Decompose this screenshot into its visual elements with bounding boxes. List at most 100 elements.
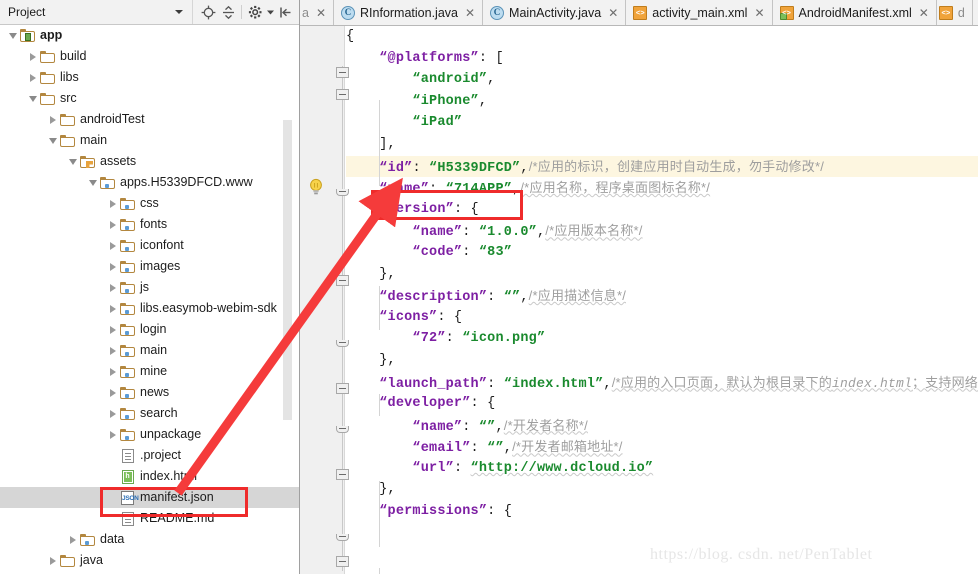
chevron-down-icon[interactable] [26, 88, 39, 109]
chevron-right-icon[interactable] [106, 298, 119, 319]
code-line[interactable]: }, [346, 264, 978, 286]
code-line[interactable]: “email”: “”,/*开发者邮箱地址*/ [346, 436, 978, 458]
code-line[interactable]: }, [346, 479, 978, 501]
project-tree-scrollbar[interactable] [283, 25, 292, 574]
tree-item-src[interactable]: src [0, 88, 299, 109]
close-icon[interactable]: ✕ [465, 7, 475, 19]
tree-item-apps-h5339dfcd-www[interactable]: apps.H5339DFCD.www [0, 172, 299, 193]
tree-item-index-html[interactable]: h index.html [0, 466, 299, 487]
code-line[interactable]: “description”: “”,/*应用描述信息*/ [346, 285, 978, 307]
json-punctuation: , [603, 376, 612, 392]
chevron-down-icon[interactable] [66, 151, 79, 172]
chevron-right-icon[interactable] [106, 277, 119, 298]
chevron-right-icon[interactable] [106, 193, 119, 214]
code-text-area[interactable]: { “@platforms”: [ “android”, “iPhone”, “… [346, 26, 978, 574]
close-icon[interactable]: ✕ [919, 7, 929, 19]
locate-icon[interactable] [198, 2, 218, 22]
code-editor[interactable]: { “@platforms”: [ “android”, “iPhone”, “… [300, 26, 978, 574]
gear-icon[interactable] [245, 2, 265, 22]
tree-item-search[interactable]: search [0, 403, 299, 424]
code-line[interactable]: “version”: { [346, 199, 978, 221]
close-icon[interactable]: ✕ [608, 7, 618, 19]
code-line[interactable]: “icons”: { [346, 307, 978, 329]
editor-gutter[interactable] [300, 26, 349, 574]
java-class-icon: C [341, 5, 356, 20]
chevron-right-icon[interactable] [106, 424, 119, 445]
chevron-right-icon[interactable] [26, 46, 39, 67]
code-line[interactable]: “name”: “714APP”,/*应用名称，程序桌面图标名称*/ [346, 177, 978, 199]
code-line[interactable]: “72”: “icon.png” [346, 328, 978, 350]
tree-item-label: images [140, 259, 181, 273]
code-line[interactable]: “iPhone”, [346, 91, 978, 113]
project-file-tree[interactable]: app build libs src androidTest main assets apps… [0, 25, 299, 574]
chevron-right-icon[interactable] [46, 109, 59, 130]
close-icon[interactable]: ✕ [316, 7, 326, 19]
tree-item-unpackage[interactable]: unpackage [0, 424, 299, 445]
chevron-down-icon[interactable] [86, 172, 99, 193]
tree-item-js[interactable]: js [0, 277, 299, 298]
code-line[interactable]: “@platforms”: [ [346, 48, 978, 70]
tree-item-news[interactable]: news [0, 382, 299, 403]
code-line[interactable]: “android”, [346, 69, 978, 91]
tree-item-css[interactable]: css [0, 193, 299, 214]
editor-tab-d[interactable]: d [937, 0, 973, 25]
chevron-down-icon[interactable] [6, 25, 19, 46]
tree-item--project[interactable]: .project [0, 445, 299, 466]
tree-item-data[interactable]: data [0, 529, 299, 550]
tree-item-app[interactable]: app [0, 25, 299, 46]
editor-tab-rinformation-java[interactable]: C RInformation.java ✕ [334, 0, 484, 25]
tree-item-login[interactable]: login [0, 319, 299, 340]
code-line[interactable]: “name”: “1.0.0”,/*应用版本名称*/ [346, 220, 978, 242]
tree-item-assets[interactable]: assets [0, 151, 299, 172]
tree-item-main[interactable]: main [0, 130, 299, 151]
chevron-right-icon[interactable] [26, 67, 39, 88]
chevron-right-icon[interactable] [106, 256, 119, 277]
tree-item-build[interactable]: build [0, 46, 299, 67]
chevron-right-icon[interactable] [106, 403, 119, 424]
tree-item-manifest-json[interactable]: JSON manifest.json [0, 487, 299, 508]
chevron-right-icon[interactable] [46, 550, 59, 571]
code-line[interactable]: “iPad” [346, 112, 978, 134]
code-line[interactable]: “launch_path”: “index.html”,/*应用的入口页面，默认… [346, 372, 978, 394]
tree-item-readme-md[interactable]: README.md [0, 508, 299, 529]
editor-tab-bar[interactable]: a ✕ C RInformation.java ✕ C MainActivity.java ✕… [300, 0, 978, 26]
tree-item-libs-easymob-webim-sdk[interactable]: libs.easymob-webim-sdk [0, 298, 299, 319]
collapse-all-icon[interactable] [218, 2, 238, 22]
editor-tab-androidmanifest-xml[interactable]: AndroidManifest.xml ✕ [773, 0, 937, 25]
tree-item-mine[interactable]: mine [0, 361, 299, 382]
chevron-right-icon[interactable] [66, 529, 79, 550]
json-key: “url” [412, 460, 454, 476]
tree-item-libs[interactable]: libs [0, 67, 299, 88]
tree-item-androidtest[interactable]: androidTest [0, 109, 299, 130]
code-line[interactable]: “permissions”: { [346, 501, 978, 523]
tree-item-images[interactable]: images [0, 256, 299, 277]
code-line[interactable]: “developer”: { [346, 393, 978, 415]
code-line[interactable]: }, [346, 350, 978, 372]
chevron-right-icon[interactable] [106, 382, 119, 403]
chevron-right-icon[interactable] [106, 361, 119, 382]
code-line[interactable]: “url”: “http://www.dcloud.io” [346, 458, 978, 480]
chevron-right-icon[interactable] [106, 235, 119, 256]
scrollbar-thumb[interactable] [283, 120, 292, 420]
code-line[interactable]: “id”: “H5339DFCD”,/*应用的标识，创建应用时自动生成，勿手动修… [346, 155, 978, 178]
chevron-right-icon[interactable] [106, 214, 119, 235]
chevron-down-icon[interactable] [46, 130, 59, 151]
chevron-right-icon[interactable] [106, 319, 119, 340]
project-view-selector[interactable]: Project [0, 0, 193, 24]
close-icon[interactable]: ✕ [754, 7, 764, 19]
code-line[interactable]: “code”: “83” [346, 242, 978, 264]
tree-item-iconfont[interactable]: iconfont [0, 235, 299, 256]
editor-tab-activity-main-xml[interactable]: activity_main.xml ✕ [626, 0, 773, 25]
chevron-right-icon[interactable] [106, 340, 119, 361]
code-line[interactable]: “name”: “”,/*开发者名称*/ [346, 415, 978, 437]
editor-tab-mainactivity-java[interactable]: C MainActivity.java ✕ [483, 0, 627, 25]
intention-bulb-icon[interactable] [308, 178, 324, 196]
chevron-down-icon[interactable] [265, 2, 275, 22]
code-line[interactable]: { [346, 26, 978, 48]
tree-item-java[interactable]: java [0, 550, 299, 571]
hide-panel-icon[interactable] [275, 2, 295, 22]
code-line[interactable]: ], [346, 134, 978, 156]
editor-tab-a[interactable]: a ✕ [300, 0, 335, 25]
tree-item-fonts[interactable]: fonts [0, 214, 299, 235]
tree-item-main[interactable]: main [0, 340, 299, 361]
